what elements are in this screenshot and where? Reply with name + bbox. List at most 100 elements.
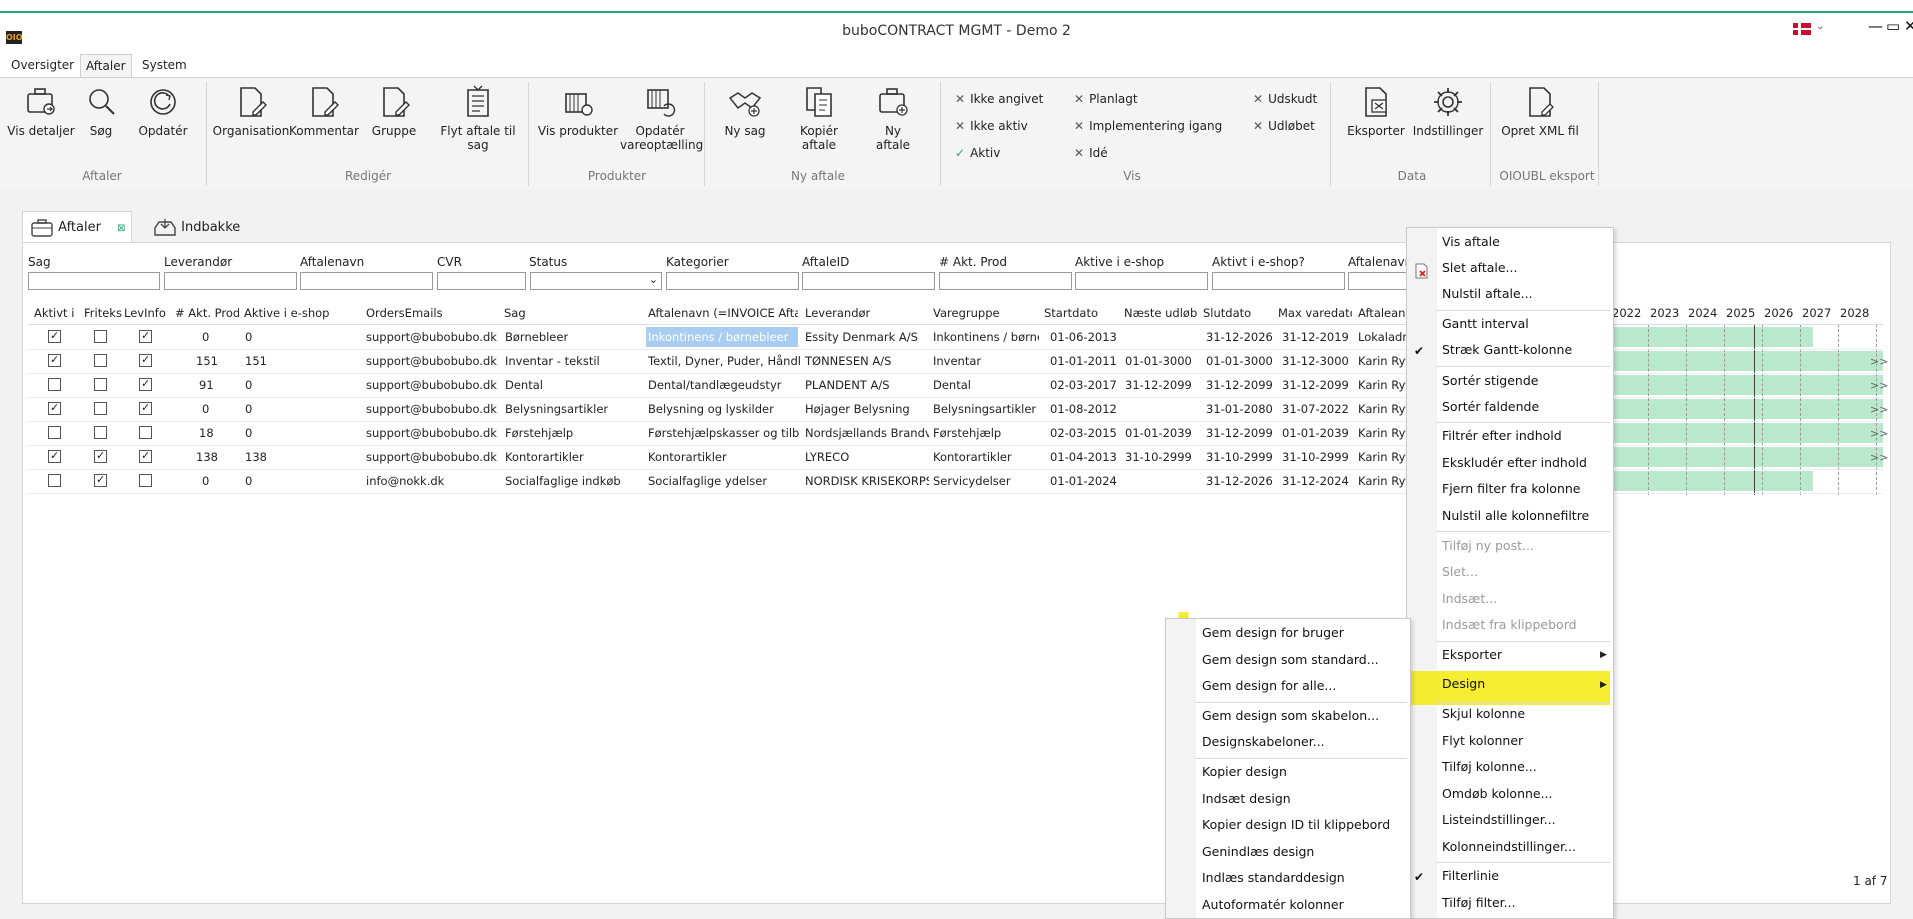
opdater-button[interactable]: Opdatér <box>134 84 192 138</box>
opdater-vareoptaelling-button[interactable]: Opdatér vareoptælling <box>620 84 703 152</box>
checkbox-levinfo[interactable] <box>139 449 152 463</box>
menu-item-gantt-interval[interactable]: Gantt interval <box>1442 312 1529 336</box>
checkbox-aktivt[interactable] <box>48 378 61 391</box>
checkbox-friteks[interactable] <box>94 449 107 463</box>
filter-input-aftalenavn[interactable] <box>300 272 433 290</box>
checkbox-levinfo[interactable] <box>139 353 152 367</box>
menu-item-skjul-kolonne[interactable]: Skjul kolonne <box>1442 702 1525 726</box>
col-header-max-varedato[interactable]: Max varedato <box>1278 306 1352 320</box>
col-header-naeste-udloeb[interactable]: Næste udløb <box>1124 306 1200 320</box>
checkbox-aktivt[interactable] <box>48 474 61 487</box>
col-header-startdato[interactable]: Startdato <box>1044 306 1118 320</box>
menu-item-fjern-filter[interactable]: Fjern filter fra kolonne <box>1442 477 1581 501</box>
col-header-slutdato[interactable]: Slutdato <box>1203 306 1275 320</box>
menu-item-tilfoej-filter[interactable]: Tilføj filter... <box>1442 891 1516 915</box>
filter-select-status[interactable]: ⌄ <box>530 272 662 290</box>
menu-item-straek-gantt[interactable]: Stræk Gantt-kolonne <box>1442 338 1572 362</box>
col-header-akt-prod[interactable]: # Akt. Prod <box>175 306 239 320</box>
filter-udskudt[interactable]: ✕ Udskudt <box>1253 92 1317 106</box>
restore-button[interactable]: ▭ <box>1886 17 1900 35</box>
menu-item-sorter-faldende[interactable]: Sortér faldende <box>1442 395 1539 419</box>
checkbox-friteks[interactable] <box>94 354 107 367</box>
col-header-aktive-eshop[interactable]: Aktive i e-shop <box>244 306 360 320</box>
menu-item-omdoeb-kolonne[interactable]: Omdøb kolonne... <box>1442 782 1553 806</box>
menu-item-nulstil-aftale[interactable]: Nulstil aftale... <box>1442 282 1533 306</box>
submenu-item-gem-skabelon[interactable]: Gem design som skabelon... <box>1202 704 1379 728</box>
submenu-item-indsaet-design[interactable]: Indsæt design <box>1202 787 1291 811</box>
col-header-friteks[interactable]: Friteks <box>84 306 122 320</box>
kopier-aftale-button[interactable]: Kopiér aftale <box>782 84 856 152</box>
flyt-aftale-button[interactable]: Flyt aftale til sag <box>432 84 524 152</box>
menu-item-vis-aftale[interactable]: Vis aftale <box>1442 230 1500 254</box>
cell-aftalenavn-selected[interactable]: Inkontinens / børnebleer <box>646 327 798 347</box>
submenu-item-autoformater[interactable]: Autoformatér kolonner <box>1202 893 1344 917</box>
checkbox-friteks[interactable] <box>94 473 107 487</box>
filter-input-kategorier[interactable] <box>666 272 799 290</box>
checkbox-aktivt[interactable] <box>48 329 61 343</box>
checkbox-levinfo[interactable] <box>139 474 152 487</box>
submenu-item-gem-bruger[interactable]: Gem design for bruger <box>1202 621 1344 645</box>
tab-oversigter[interactable]: Oversigter <box>6 54 79 76</box>
menu-item-slet-aftale[interactable]: Slet aftale... <box>1442 256 1517 280</box>
col-header-aktivt[interactable]: Aktivt i e <box>34 306 78 320</box>
opret-xml-button[interactable]: Opret XML fil <box>1500 84 1580 138</box>
menu-item-filtrer[interactable]: Filtrér efter indhold <box>1442 424 1562 448</box>
filter-input-cvr[interactable] <box>437 272 526 290</box>
submenu-item-designskabeloner[interactable]: Designskabeloner... <box>1202 730 1325 754</box>
tab-system[interactable]: System <box>137 54 192 76</box>
menu-item-ekskluder[interactable]: Ekskludér efter indhold <box>1442 451 1587 475</box>
filter-planlagt[interactable]: ✕ Planlagt <box>1074 92 1138 106</box>
filter-input-sag[interactable] <box>28 272 160 290</box>
filter-aktiv[interactable]: ✓ Aktiv <box>955 146 1000 160</box>
col-header-varegruppe[interactable]: Varegruppe <box>933 306 1039 320</box>
menu-item-tilfoej-kolonne[interactable]: Tilføj kolonne... <box>1442 755 1537 779</box>
menu-item-listeindstillinger[interactable]: Listeindstillinger... <box>1442 808 1556 832</box>
checkbox-aktivt[interactable] <box>48 426 61 439</box>
submenu-item-kopier-id[interactable]: Kopier design ID til klippebord <box>1202 813 1390 837</box>
filter-input-aftaleid[interactable] <box>802 272 935 290</box>
vis-produkter-button[interactable]: Vis produkter <box>535 84 621 138</box>
menu-item-flyt-kolonner[interactable]: Flyt kolonner <box>1442 729 1523 753</box>
checkbox-levinfo[interactable] <box>139 329 152 343</box>
filter-input-aktive-eshop[interactable] <box>1075 272 1208 290</box>
chevron-down-icon[interactable]: ⌄ <box>1816 21 1824 32</box>
vis-detaljer-button[interactable]: Vis detaljer <box>6 84 76 138</box>
gruppe-button[interactable]: Gruppe <box>370 84 418 138</box>
ny-aftale-button[interactable]: Ny aftale <box>866 84 920 152</box>
col-header-aftaleans[interactable]: Aftaleans <box>1358 306 1408 320</box>
checkbox-friteks[interactable] <box>94 378 107 391</box>
checkbox-levinfo[interactable] <box>139 426 152 439</box>
col-header-aftalenavn[interactable]: Aftalenavn (=INVOICE Aftal <box>648 306 798 320</box>
menu-item-nulstil-filtre[interactable]: Nulstil alle kolonnefiltre <box>1442 504 1589 528</box>
menu-item-kolonneindstillinger[interactable]: Kolonneindstillinger... <box>1442 835 1576 859</box>
filter-input-leverandoer[interactable] <box>164 272 297 290</box>
danish-flag-icon[interactable] <box>1793 23 1811 35</box>
indstillinger-button[interactable]: Indstillinger <box>1412 84 1484 138</box>
eksporter-button[interactable]: Eksporter <box>1344 84 1408 138</box>
menu-item-filterlinie[interactable]: Filterlinie <box>1442 864 1499 888</box>
submenu-item-gem-standard[interactable]: Gem design som standard... <box>1202 648 1379 672</box>
doc-tab-indbakke[interactable]: Indbakke <box>153 213 240 243</box>
organisation-button[interactable]: Organisation <box>212 84 290 138</box>
ny-sag-button[interactable]: Ny sag <box>722 84 768 138</box>
filter-udloebet[interactable]: ✕ Udløbet <box>1253 119 1315 133</box>
doc-tab-aftaler[interactable]: Aftaler ⊠ <box>30 213 125 243</box>
checkbox-aktivt[interactable] <box>48 401 61 415</box>
filter-input-aftalenavn-2[interactable] <box>1348 272 1408 290</box>
col-header-ordersemails[interactable]: OrdersEmails <box>366 306 500 320</box>
menu-item-eksporter[interactable]: Eksporter <box>1442 643 1502 667</box>
close-button[interactable]: ✕ <box>1904 17 1913 35</box>
close-tab-icon[interactable]: ⊠ <box>117 223 125 234</box>
menu-item-design[interactable]: Design <box>1442 672 1485 696</box>
tab-aftaler[interactable]: Aftaler <box>80 54 132 77</box>
submenu-item-genindlaes[interactable]: Genindlæs design <box>1202 840 1314 864</box>
kommentar-button[interactable]: Kommentar <box>289 84 359 138</box>
soeg-button[interactable]: Søg <box>84 84 118 138</box>
submenu-item-kopier-design[interactable]: Kopier design <box>1202 760 1287 784</box>
submenu-item-indlaes-standard[interactable]: Indlæs standarddesign <box>1202 866 1345 890</box>
checkbox-friteks[interactable] <box>94 426 107 439</box>
submenu-item-gem-alle[interactable]: Gem design for alle... <box>1202 674 1336 698</box>
col-header-levinfo[interactable]: LevInfo <box>124 306 168 320</box>
checkbox-aktivt[interactable] <box>48 449 61 463</box>
filter-ikke-aktiv[interactable]: ✕ Ikke aktiv <box>955 119 1028 133</box>
